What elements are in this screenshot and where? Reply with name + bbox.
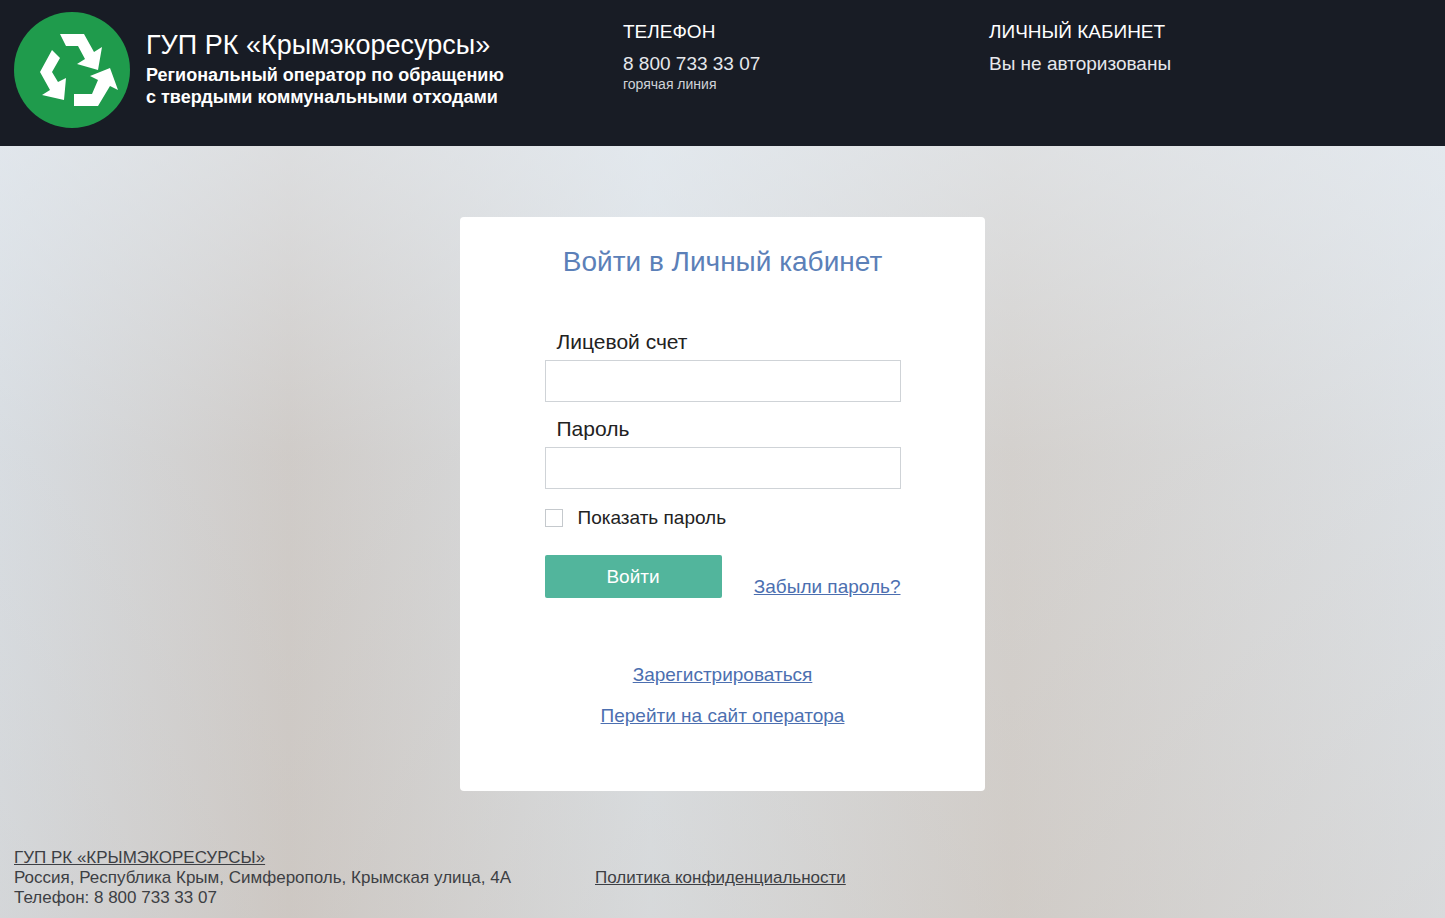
field-input[interactable] <box>545 447 901 489</box>
privacy-link[interactable]: Политика конфиденциальности <box>595 868 846 887</box>
account-status: Вы не авторизованы <box>989 52 1171 76</box>
account-heading: ЛИЧНЫЙ КАБИНЕТ <box>989 20 1171 44</box>
login-title: Войти в Личный кабинет <box>563 246 882 278</box>
account-block: ЛИЧНЫЙ КАБИНЕТ Вы не авторизованы <box>989 0 1171 146</box>
header: ГУП РК «Крымэкоресурсы»Региональный опер… <box>0 0 1445 146</box>
footer-company-link[interactable]: ГУП РК «КРЫМЭКОРЕСУРСЫ» <box>14 848 265 867</box>
phone-block: ТЕЛЕФОН 8 800 733 33 07горячая линия <box>623 0 989 146</box>
form-field: Пароль <box>545 416 901 489</box>
button-row: Войти Забыли пароль? <box>545 555 901 598</box>
page: ГУП РК «Крымэкоресурсы»Региональный опер… <box>0 0 1445 918</box>
show-password[interactable]: Показать пароль <box>545 507 901 529</box>
brand-subtitle: с твердыми коммунальными отходами <box>146 86 504 108</box>
footer-phone: Телефон: 8 800 733 33 07 <box>14 888 595 908</box>
card-links: Зарегистрироваться Перейти на сайт операт… <box>601 664 845 727</box>
field-label: Лицевой счет <box>545 329 901 355</box>
card-link[interactable]: Перейти на сайт оператора <box>601 705 845 727</box>
recycle-logo-icon[interactable] <box>14 12 130 128</box>
brand[interactable]: ГУП РК «Крымэкоресурсы»Региональный опер… <box>0 0 623 146</box>
field-input[interactable] <box>545 360 901 402</box>
login-button[interactable]: Войти <box>545 555 722 598</box>
form-field: Лицевой счет <box>545 329 901 402</box>
show-password-checkbox[interactable] <box>545 509 563 527</box>
main-area: Войти в Личный кабинет Лицевой счет Пароль… <box>0 146 1445 918</box>
phone-heading: ТЕЛЕФОН <box>623 20 989 44</box>
brand-title: ГУП РК «Крымэкоресурсы» <box>146 28 504 62</box>
footer: ГУП РК «КРЫМЭКОРЕСУРСЫ»Россия, Республик… <box>0 848 1445 918</box>
forgot-password-link[interactable]: Забыли пароль? <box>754 576 901 598</box>
phone-number[interactable]: 8 800 733 33 07 <box>623 52 989 76</box>
show-password-label[interactable]: Показать пароль <box>578 507 727 529</box>
phone-note: горячая линия <box>623 76 989 92</box>
footer-address: Россия, Республика Крым, Симферополь, Кр… <box>14 868 595 888</box>
field-label: Пароль <box>545 416 901 442</box>
brand-subtitle: Региональный оператор по обращению <box>146 64 504 86</box>
login-card: Войти в Личный кабинет Лицевой счет Пароль… <box>460 217 985 791</box>
card-link[interactable]: Зарегистрироваться <box>633 664 813 686</box>
login-form: Лицевой счет Пароль Показать пароль Войти За… <box>545 329 901 598</box>
